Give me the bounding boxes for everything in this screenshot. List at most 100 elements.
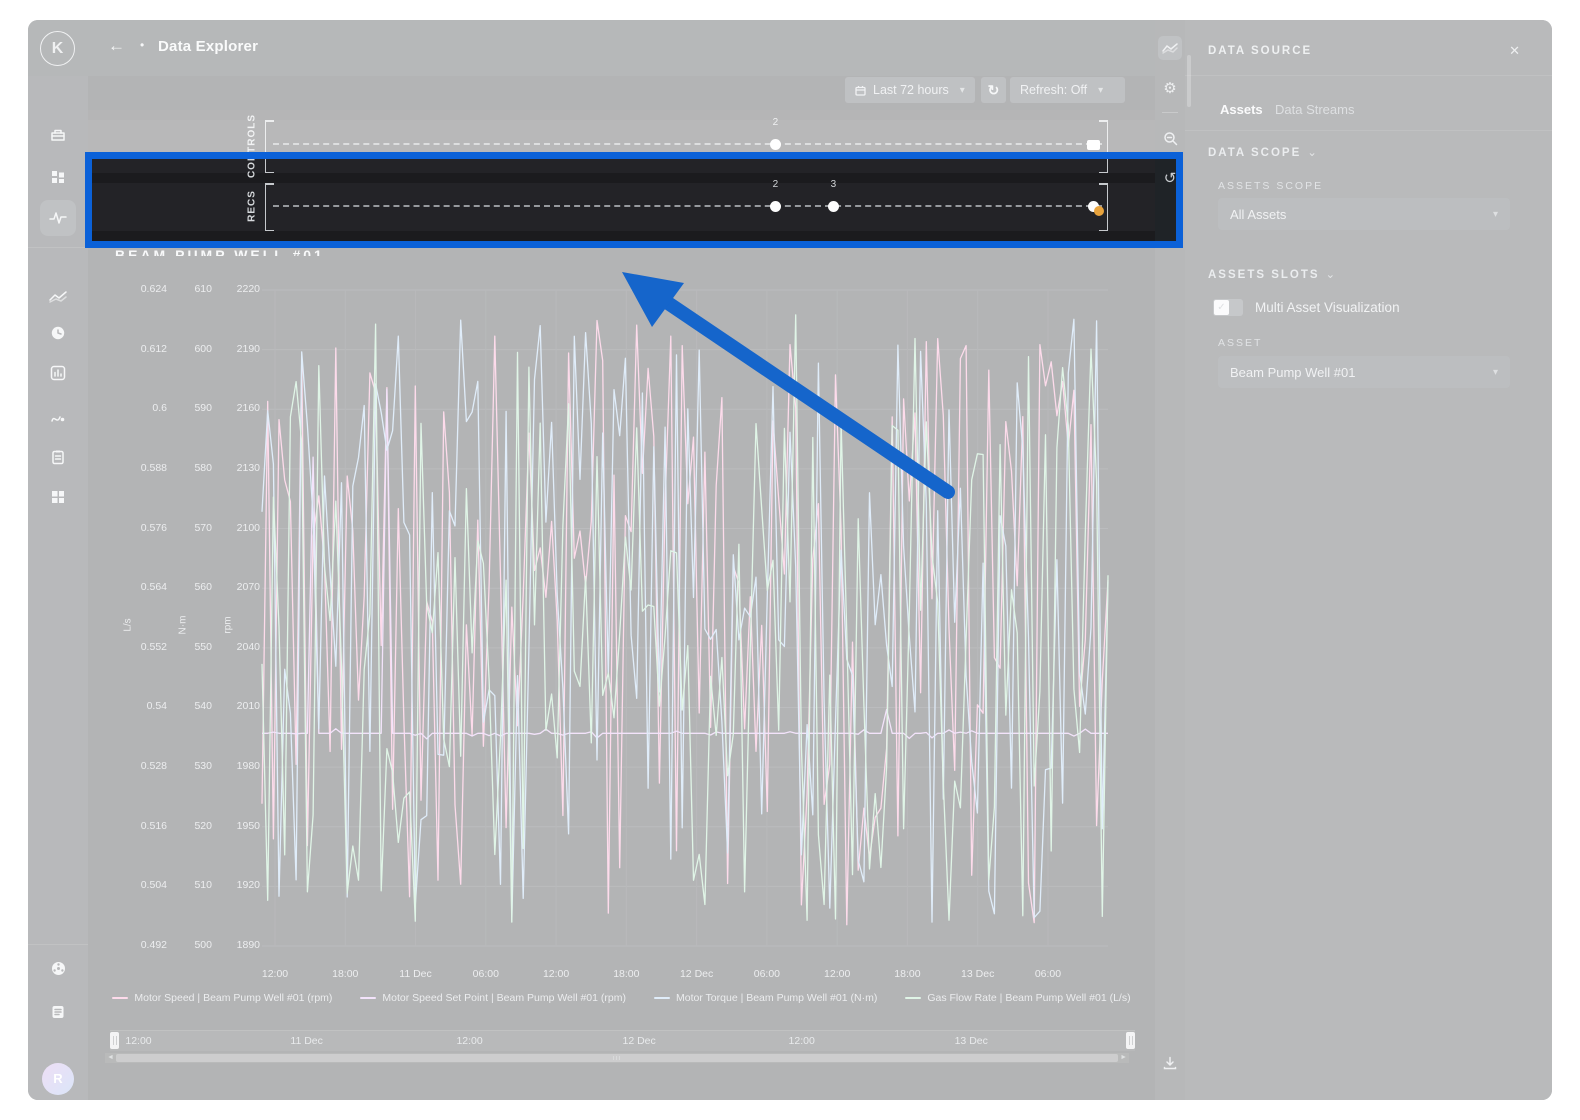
sidebar-item-bar-chart-icon[interactable] [40,355,76,391]
chevron-down-icon: ⌄ [1325,269,1338,281]
timeline-label: 12 Dec [622,1035,656,1047]
tab-assets[interactable]: Assets [1220,102,1263,117]
scrollbar-grip [613,1056,622,1060]
download-icon[interactable] [1158,1051,1182,1075]
toolbar-divider [1162,112,1178,113]
y-axis-unit-label: N·m [177,615,189,635]
controls-track-label: CONTROLS [246,113,258,179]
y-tick-label: 2040 [236,640,260,653]
brand-logo-icon[interactable]: K [40,31,75,66]
panel-scrollbar[interactable] [1187,55,1191,107]
legend-label: Motor Speed Set Point | Beam Pump Well #… [382,992,626,1004]
x-tick-label: 18:00 [894,968,921,980]
assets-scope-select[interactable]: All Assets ▾ [1218,198,1510,230]
timeline-label: 12:00 [125,1035,152,1047]
y-axis-unit-label: L/s [122,618,134,632]
legend-label: Motor Speed | Beam Pump Well #01 (rpm) [134,992,333,1004]
chart-title-clipped: BEAM PUMP WELL #01 [115,248,325,256]
scrubber-left-handle[interactable] [110,1032,119,1049]
sidebar-item-assets-tray-icon[interactable] [40,117,76,153]
section-data-scope[interactable]: DATA SCOPE ⌄ [1208,145,1319,159]
calendar-icon [855,85,866,96]
chevron-down-icon: ▾ [1098,84,1104,96]
title-bullet: • [140,38,145,52]
scrollbar-left-arrow-icon[interactable]: ◄ [107,1054,114,1062]
refresh-button[interactable]: ↻ [981,77,1006,103]
panel-title: DATA SOURCE [1208,45,1313,57]
tracks-zone: CONTROLS 2 RECS 23 [88,110,1155,250]
timeline-scrubber[interactable]: 12:00 11 Dec 12:00 12 Dec 12:00 13 Dec [110,1030,1135,1051]
y-axis-unit-label: rpm [222,616,234,634]
scrubber-right-handle[interactable] [1126,1032,1135,1049]
sidebar-divider [28,944,88,945]
legend-swatch [653,996,670,1000]
scrollbar-right-arrow-icon[interactable]: ► [1120,1054,1127,1062]
controls-left-bracket [265,120,274,173]
x-tick-label: 12 Dec [679,968,714,980]
controls-right-bracket [1099,120,1108,173]
track-marker-count: 2 [772,117,779,128]
section-assets-slots[interactable]: ASSETS SLOTS ⌄ [1208,267,1337,281]
app-window: K ← • Data Explorer R Last 72 hours ▾ ↻ … [28,20,1552,1100]
multi-asset-label: Multi Asset Visualization [1255,300,1400,315]
settings-gear-icon[interactable]: ⚙ [1158,76,1182,100]
sidebar-item-dashboard-grid-icon[interactable] [40,159,76,195]
chevron-down-icon: ▾ [1492,366,1498,378]
refresh-mode-button[interactable]: Refresh: Off ▾ [1010,77,1125,103]
timeline-scrollbar[interactable]: ◄ ► [105,1053,1129,1063]
legend-label: Gas Flow Rate | Beam Pump Well #01 (L/s) [927,992,1131,1004]
panel-divider [1185,75,1552,76]
assets-scope-value: All Assets [1230,206,1287,222]
track-end-orange-marker[interactable] [1093,206,1104,216]
x-tick-label: 11 Dec [399,968,432,980]
screenshot-stage: { "window": { "title": "Data Explorer", … [0,0,1580,1120]
sidebar-item-history-clock-icon[interactable] [40,315,76,351]
sidebar-item-clipboard-icon[interactable] [40,439,76,475]
top-bar: K ← • Data Explorer [28,20,1155,76]
multi-asset-toggle[interactable]: ✓ [1213,299,1243,316]
sidebar-item-log-document-icon[interactable] [40,994,76,1030]
tab-data-streams[interactable]: Data Streams [1275,102,1354,117]
chevron-down-icon: ⌄ [1307,147,1319,159]
legend-item[interactable]: Motor Torque | Beam Pump Well #01 (N·m) [653,992,878,1004]
x-tick-label: 06:00 [1034,968,1062,980]
reset-view-icon[interactable]: ↺ [1158,166,1182,190]
x-tick-label: 13 Dec [961,968,995,980]
legend-item[interactable]: Gas Flow Rate | Beam Pump Well #01 (L/s) [905,992,1131,1004]
y-tick-label: 2220 [236,283,260,295]
asset-select[interactable]: Beam Pump Well #01 ▾ [1218,356,1510,388]
chevron-down-icon: ▾ [1492,208,1498,220]
line-chart-plot[interactable] [261,289,1109,947]
track-end-square-marker[interactable] [1086,140,1100,150]
assets-scope-label: ASSETS SCOPE [1218,180,1324,192]
legend-swatch [905,996,922,1000]
x-tick-label: 06:00 [753,968,781,980]
page-title: Data Explorer [158,38,259,55]
back-arrow-icon[interactable]: ← [108,36,125,56]
x-tick-label: 18:00 [613,968,640,980]
sidebar-item-activity-pulse-icon[interactable] [40,200,76,236]
user-avatar[interactable]: R [42,1063,74,1095]
legend-item[interactable]: Motor Speed Set Point | Beam Pump Well #… [360,992,626,1004]
zoom-out-icon[interactable] [1158,126,1182,150]
sidebar-item-trend-lines-icon[interactable] [40,279,76,315]
scrollbar-thumb[interactable] [116,1054,1118,1062]
close-icon[interactable]: ✕ [1509,43,1520,59]
legend-swatch [360,996,377,1000]
legend-item[interactable]: Motor Speed | Beam Pump Well #01 (rpm) [112,992,332,1004]
sidebar-divider [28,247,88,248]
legend-label: Motor Torque | Beam Pump Well #01 (N·m) [675,992,878,1004]
legend-swatch [112,996,129,1000]
chart-toolbar: ⚙ ↺ [1155,20,1185,1100]
sidebar-item-network-hub-icon[interactable] [40,950,76,986]
x-tick-label: 18:00 [332,968,359,980]
recs-track-line[interactable]: 23 [273,179,1104,216]
y-tick-label: 2190 [236,342,260,355]
time-range-button[interactable]: Last 72 hours ▾ [845,77,975,103]
sidebar-item-route-squiggle-icon[interactable] [40,399,76,435]
y-tick-label: 1890 [236,939,260,952]
trend-mode-icon[interactable] [1158,36,1182,60]
left-sidebar: R [28,76,88,1100]
controls-track-line[interactable]: 2 [273,117,1102,150]
sidebar-item-apps-grid-icon[interactable] [40,479,76,515]
